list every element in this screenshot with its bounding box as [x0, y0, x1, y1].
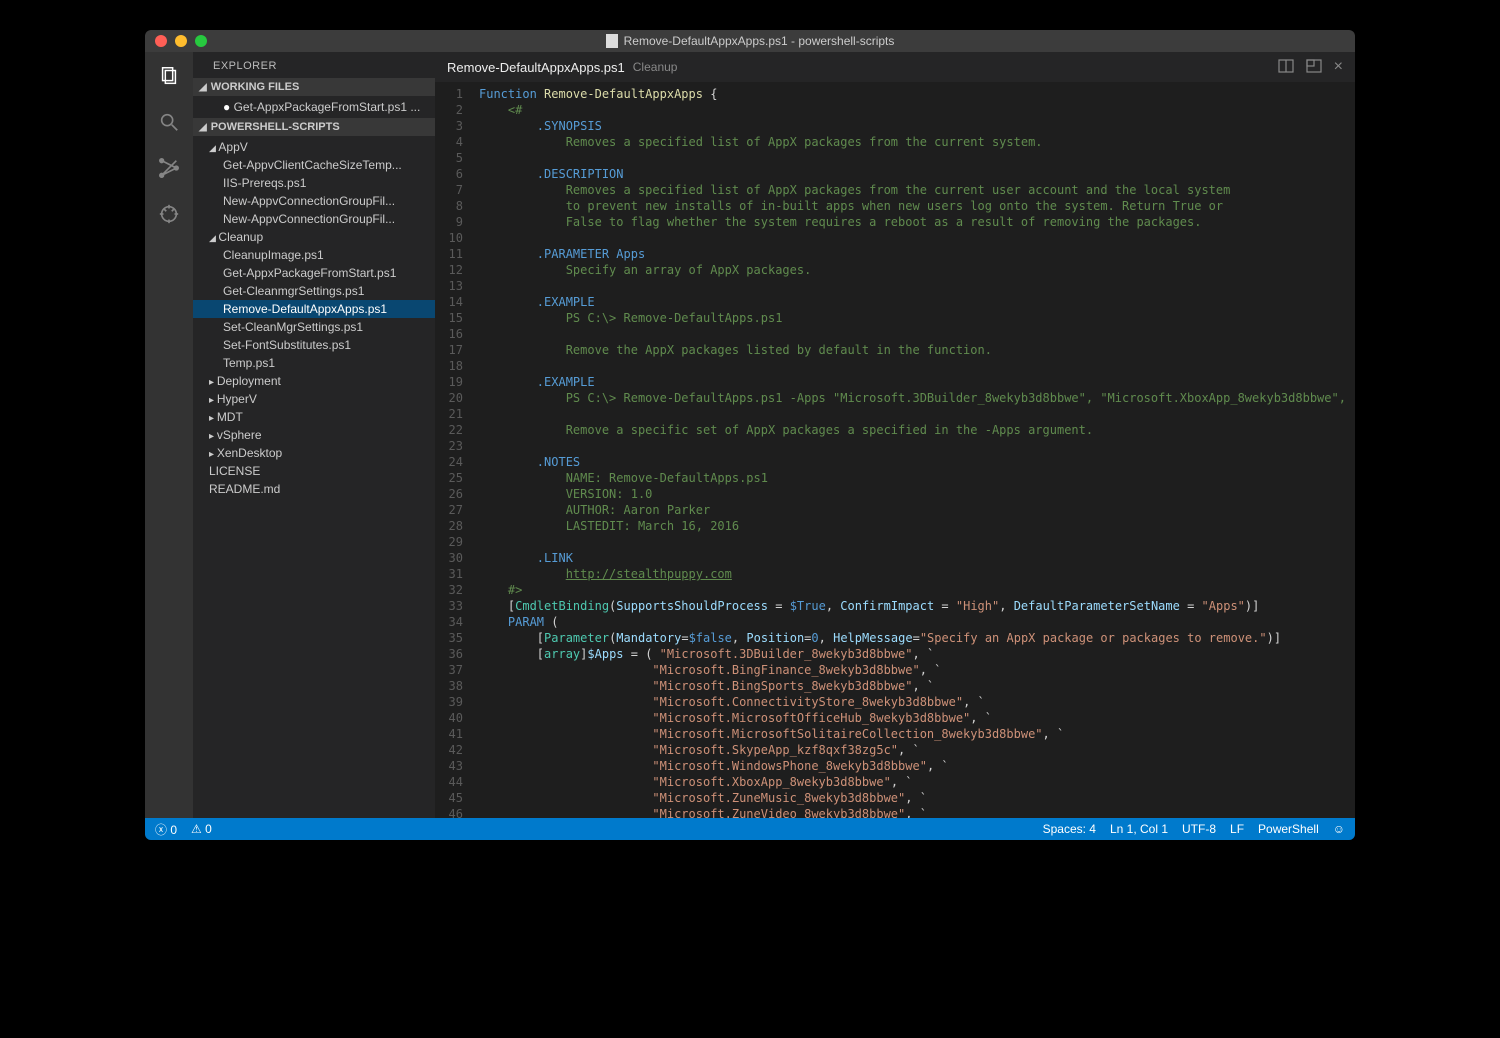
- working-files-label: WORKING FILES: [211, 81, 300, 93]
- close-tab-icon[interactable]: ×: [1334, 58, 1343, 76]
- file-item[interactable]: Get-AppvClientCacheSizeTemp...: [193, 156, 435, 174]
- folder-item[interactable]: Cleanup: [193, 228, 435, 246]
- window: Remove-DefaultAppxApps.ps1 - powershell-…: [145, 30, 1355, 840]
- search-icon[interactable]: [155, 108, 183, 136]
- file-item[interactable]: New-AppvConnectionGroupFil...: [193, 192, 435, 210]
- file-item[interactable]: IIS-Prereqs.ps1: [193, 174, 435, 192]
- titlebar: Remove-DefaultAppxApps.ps1 - powershell-…: [145, 30, 1355, 52]
- tab-actions: ×: [1278, 58, 1343, 76]
- code[interactable]: Function Remove-DefaultAppxApps { <# .SY…: [479, 82, 1355, 818]
- file-item[interactable]: Set-FontSubstitutes.ps1: [193, 336, 435, 354]
- error-icon: ⓧ: [155, 823, 167, 837]
- file-item[interactable]: README.md: [193, 480, 435, 498]
- tabbar: Remove-DefaultAppxApps.ps1 Cleanup ×: [435, 52, 1355, 82]
- tab-subtitle: Cleanup: [633, 60, 678, 74]
- status-spaces[interactable]: Spaces: 4: [1043, 822, 1096, 836]
- explorer-icon[interactable]: [155, 62, 183, 90]
- feedback-icon[interactable]: ☺: [1333, 822, 1345, 836]
- editor-area: Remove-DefaultAppxApps.ps1 Cleanup × 123…: [435, 52, 1355, 818]
- folder-item[interactable]: XenDesktop: [193, 444, 435, 462]
- status-eol[interactable]: LF: [1230, 822, 1244, 836]
- file-item[interactable]: Get-AppxPackageFromStart.ps1: [193, 264, 435, 282]
- working-files-header[interactable]: ◢ WORKING FILES: [193, 78, 435, 96]
- file-item[interactable]: Remove-DefaultAppxApps.ps1: [193, 300, 435, 318]
- project-label: POWERSHELL-SCRIPTS: [211, 121, 340, 133]
- chevron-down-icon: ◢: [199, 122, 207, 133]
- status-position[interactable]: Ln 1, Col 1: [1110, 822, 1168, 836]
- warning-icon: ⚠: [191, 822, 202, 836]
- editor[interactable]: 1234567891011121314151617181920212223242…: [435, 82, 1355, 818]
- folder-item[interactable]: vSphere: [193, 426, 435, 444]
- activity-bar: [145, 52, 193, 818]
- folder-item[interactable]: AppV: [193, 138, 435, 156]
- chevron-down-icon: ◢: [199, 82, 207, 93]
- folder-item[interactable]: HyperV: [193, 390, 435, 408]
- status-language[interactable]: PowerShell: [1258, 822, 1319, 836]
- file-item[interactable]: Get-CleanmgrSettings.ps1: [193, 282, 435, 300]
- file-item[interactable]: Set-CleanMgrSettings.ps1: [193, 318, 435, 336]
- project-tree: AppVGet-AppvClientCacheSizeTemp...IIS-Pr…: [193, 136, 435, 500]
- status-encoding[interactable]: UTF-8: [1182, 822, 1216, 836]
- window-title: Remove-DefaultAppxApps.ps1 - powershell-…: [145, 34, 1355, 48]
- document-icon: [606, 34, 618, 48]
- gutter: 1234567891011121314151617181920212223242…: [435, 82, 479, 818]
- working-file-item[interactable]: Get-AppxPackageFromStart.ps1 ...: [193, 98, 435, 116]
- statusbar: ⓧ 0 ⚠ 0 Spaces: 4 Ln 1, Col 1 UTF-8 LF P…: [145, 818, 1355, 840]
- split-editor-icon[interactable]: [1278, 58, 1294, 76]
- working-files-list: Get-AppxPackageFromStart.ps1 ...: [193, 96, 435, 118]
- file-item[interactable]: Temp.ps1: [193, 354, 435, 372]
- tab-title[interactable]: Remove-DefaultAppxApps.ps1: [447, 60, 625, 75]
- folder-item[interactable]: MDT: [193, 408, 435, 426]
- more-icon[interactable]: [1306, 58, 1322, 76]
- window-title-text: Remove-DefaultAppxApps.ps1 - powershell-…: [624, 34, 895, 48]
- git-icon[interactable]: [155, 154, 183, 182]
- file-item[interactable]: LICENSE: [193, 462, 435, 480]
- body: EXPLORER ◢ WORKING FILES Get-AppxPackage…: [145, 52, 1355, 818]
- file-item[interactable]: New-AppvConnectionGroupFil...: [193, 210, 435, 228]
- folder-item[interactable]: Deployment: [193, 372, 435, 390]
- status-warnings[interactable]: ⚠ 0: [191, 822, 212, 836]
- debug-icon[interactable]: [155, 200, 183, 228]
- status-errors[interactable]: ⓧ 0: [155, 821, 177, 838]
- project-header[interactable]: ◢ POWERSHELL-SCRIPTS: [193, 118, 435, 136]
- file-item[interactable]: CleanupImage.ps1: [193, 246, 435, 264]
- sidebar: EXPLORER ◢ WORKING FILES Get-AppxPackage…: [193, 52, 435, 818]
- sidebar-title: EXPLORER: [193, 52, 435, 78]
